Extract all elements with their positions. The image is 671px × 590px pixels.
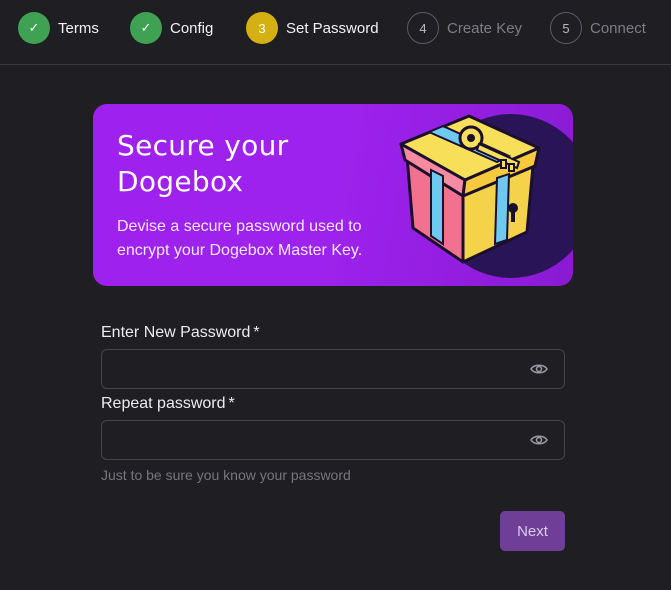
check-icon: ✓ [130,12,162,44]
step-label: Set Password [286,19,379,37]
hero-title: Secure your Dogebox [117,129,289,198]
treasure-chest-key-icon [399,114,573,278]
step-label: Config [170,19,214,37]
password-label: Enter New Password * [101,324,260,342]
setup-stepper: ✓ Terms ✓ Config 3 Set Password 4 Create… [0,0,671,65]
step-terms[interactable]: ✓ Terms [18,12,99,44]
required-mark: * [253,324,260,341]
repeat-password-field[interactable] [101,420,565,460]
hero-description: Devise a secure password used to encrypt… [117,218,363,259]
step-label: Connect [590,19,646,37]
check-icon: ✓ [18,12,50,44]
eye-icon[interactable] [530,433,548,447]
step-number: 4 [407,12,439,44]
repeat-password-label-text: Repeat password [101,395,226,412]
required-mark: * [228,395,235,412]
step-number: 3 [246,12,278,44]
step-set-password[interactable]: 3 Set Password [246,12,379,44]
password-input[interactable] [102,350,564,388]
step-number: 5 [550,12,582,44]
repeat-password-input[interactable] [102,421,564,459]
step-connect: 5 Connect [550,12,646,44]
eye-icon[interactable] [530,362,548,376]
password-label-text: Enter New Password [101,324,251,341]
repeat-password-label: Repeat password * [101,395,235,413]
step-label: Create Key [447,19,523,37]
step-label: Terms [58,19,99,37]
hero-card: Secure your Dogebox Devise a secure pass… [93,104,573,286]
helper-text: Just to be sure you know your password [101,467,351,483]
next-button[interactable]: Next [500,511,565,551]
step-create-key: 4 Create Key [407,12,522,44]
password-field[interactable] [101,349,565,389]
step-config[interactable]: ✓ Config [130,12,213,44]
